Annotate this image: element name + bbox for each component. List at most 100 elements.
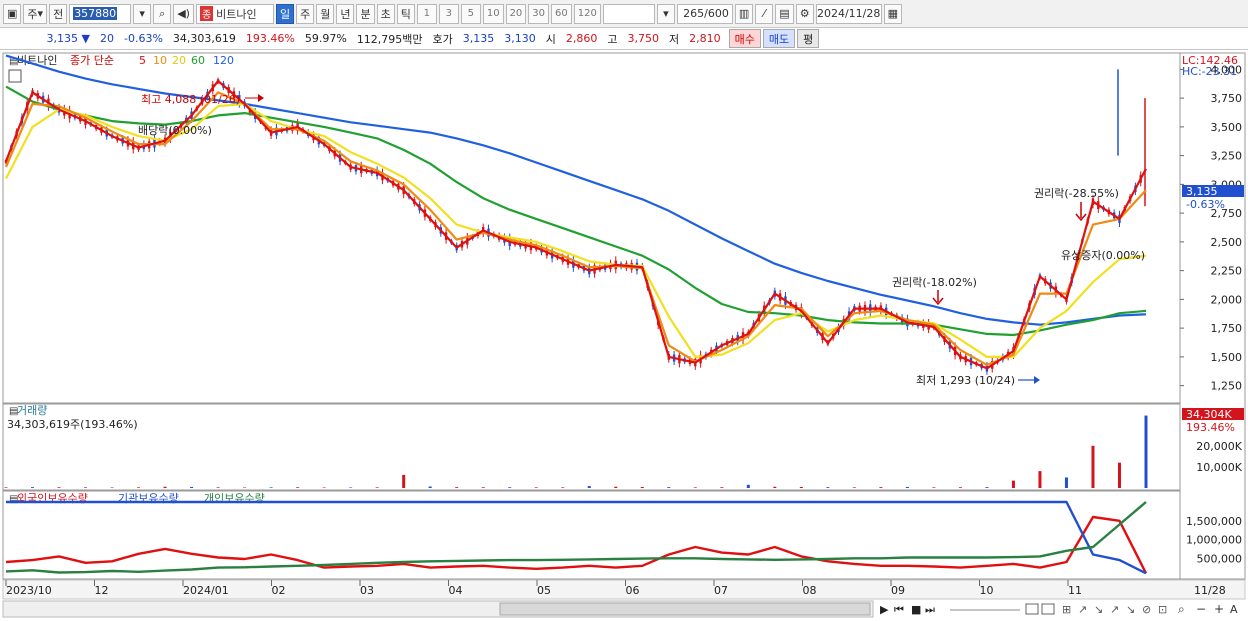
- interval-3[interactable]: 3: [438, 3, 459, 24]
- x-tick-label: 03: [360, 584, 374, 597]
- volume-bar: [693, 487, 697, 488]
- interval-5[interactable]: 5: [460, 3, 481, 24]
- ma-legend-5: 5: [139, 54, 146, 67]
- volume-bar: [1038, 471, 1042, 488]
- volume-bar: [1064, 477, 1068, 488]
- turnover-value: 59.97%: [304, 32, 347, 45]
- interval-30[interactable]: 30: [528, 3, 550, 24]
- x-tick-label: 07: [714, 584, 728, 597]
- volume-bar: [163, 486, 167, 488]
- scroll-right-icon[interactable]: ▶: [880, 603, 889, 616]
- interval-120[interactable]: 120: [573, 3, 601, 24]
- gear-icon[interactable]: ⚙: [795, 3, 814, 24]
- volume-bar: [402, 474, 406, 488]
- tool-icon-7[interactable]: ⊡: [1158, 603, 1167, 616]
- ma-legend-10: 10: [153, 54, 167, 67]
- save-icon[interactable]: ▤: [775, 3, 794, 24]
- interval-1[interactable]: 1: [416, 3, 437, 24]
- period-tick[interactable]: 틱: [396, 3, 415, 24]
- volume-bar: [773, 486, 777, 488]
- period-year[interactable]: 년: [336, 3, 355, 24]
- volume-bar: [746, 484, 750, 488]
- x-tick-label: 05: [537, 584, 551, 597]
- volume-bar: [508, 487, 512, 488]
- ma-legend-60: 60: [191, 54, 205, 67]
- x-tick-label: 06: [626, 584, 640, 597]
- tool-icon-5[interactable]: ↘: [1126, 603, 1135, 616]
- price-tick-label: 4,000: [1211, 63, 1243, 76]
- volume-bar: [137, 487, 141, 488]
- period-day[interactable]: 일: [275, 3, 295, 24]
- market-label: 주: [27, 7, 38, 21]
- zoom-search-icon[interactable]: ⌕: [1178, 602, 1185, 616]
- interval-dropdown-icon[interactable]: ▾: [656, 3, 675, 24]
- code-dropdown-icon[interactable]: ▾: [133, 3, 152, 24]
- volume-bar: [534, 487, 538, 488]
- tool-icon-2[interactable]: ↗: [1078, 603, 1087, 616]
- amount-value: 112,795백만: [356, 32, 423, 46]
- grid-icon[interactable]: [8, 69, 22, 83]
- volume-bar: [349, 487, 353, 488]
- drawing-tool-icon[interactable]: ⁄: [755, 3, 774, 24]
- market-select[interactable]: 주 ▾: [23, 3, 48, 24]
- volume-tick-label: 10,000K: [1196, 461, 1242, 474]
- volume-bar: [958, 487, 962, 488]
- volume-bar: [269, 487, 273, 488]
- volume-bar: [84, 487, 88, 488]
- candle-type-icon[interactable]: ▥: [734, 3, 754, 24]
- font-size-icon[interactable]: A: [1230, 603, 1238, 616]
- tool-icon-4[interactable]: ↗: [1110, 603, 1119, 616]
- high-label: 고: [607, 32, 618, 46]
- screen-menu-icon[interactable]: ▣: [3, 3, 22, 24]
- interval-60[interactable]: 60: [551, 3, 572, 24]
- tool-icon-3[interactable]: ↘: [1094, 603, 1103, 616]
- interval-10[interactable]: 10: [482, 3, 504, 24]
- data-count-value: 265: [683, 7, 705, 20]
- custom-interval-input[interactable]: [602, 3, 655, 24]
- tool-icon-6[interactable]: ⊘: [1142, 603, 1151, 616]
- current-price: 3,135 ▼: [46, 32, 90, 45]
- sell-button[interactable]: 매도: [762, 29, 796, 48]
- price-tick-label: 1,750: [1211, 322, 1243, 335]
- price-change-pct: -0.63%: [124, 32, 163, 45]
- volume-bar: [481, 487, 485, 488]
- data-count-field[interactable]: 265/600: [676, 3, 733, 24]
- price-tick-label: 3,250: [1211, 150, 1243, 163]
- date-field[interactable]: 2024/11/28: [815, 3, 882, 24]
- volume-bar: [614, 486, 618, 488]
- volume-bar: [243, 487, 247, 488]
- volume-bar: [31, 487, 35, 488]
- tool-icon-1[interactable]: ⊞: [1062, 603, 1071, 616]
- scrollbar-thumb[interactable]: [499, 602, 871, 616]
- period-second[interactable]: 초: [376, 3, 395, 24]
- search-icon[interactable]: ⌕: [153, 3, 172, 24]
- capture-icon[interactable]: [1025, 603, 1039, 615]
- sound-icon[interactable]: ◀): [173, 3, 194, 24]
- eval-button[interactable]: 평: [797, 29, 820, 48]
- current-change-tag: -0.63%: [1186, 198, 1225, 211]
- rewind-icon[interactable]: ⏮: [894, 603, 904, 616]
- ma-legend-20: 20: [172, 54, 186, 67]
- copy-icon[interactable]: [1041, 603, 1055, 615]
- stock-name-field[interactable]: 종 비트나인: [195, 3, 274, 24]
- period-month[interactable]: 월: [316, 3, 335, 24]
- stop-icon[interactable]: ■: [911, 603, 921, 616]
- holdings-tick-label: 1,500,000: [1186, 515, 1242, 528]
- period-minute[interactable]: 분: [356, 3, 375, 24]
- stock-chart[interactable]: ▤ 비트나인 종가 단순 5 10 20 60 120 LC:142.46 HC…: [0, 50, 1248, 621]
- period-week[interactable]: 주: [296, 3, 315, 24]
- volume-tag-text: 34,304K: [1186, 408, 1232, 421]
- volume-tag-pct: 193.46%: [1186, 421, 1235, 434]
- buy-button[interactable]: 매수: [728, 29, 761, 48]
- prev-button[interactable]: 전: [49, 3, 68, 24]
- calendar-icon[interactable]: ▦: [883, 3, 903, 24]
- fast-forward-icon[interactable]: ⏭: [925, 603, 935, 616]
- price-tick-label: 1,250: [1211, 380, 1243, 393]
- zoom-out-icon[interactable]: −: [1196, 602, 1206, 616]
- volume-bar: [587, 486, 591, 488]
- zoom-in-icon[interactable]: +: [1214, 602, 1224, 616]
- stock-code-input[interactable]: 357880: [69, 3, 132, 24]
- volume-panel: [2, 403, 1181, 491]
- interval-20[interactable]: 20: [505, 3, 527, 24]
- volume-bar: [4, 487, 8, 488]
